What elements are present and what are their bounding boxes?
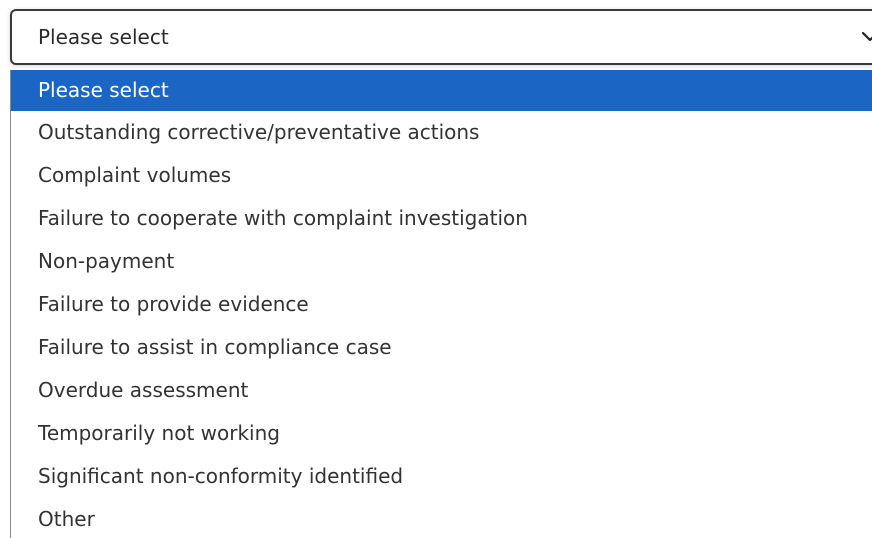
option-failure-to-assist[interactable]: Failure to assist in compliance case [11, 326, 872, 369]
chevron-down-icon[interactable] [860, 26, 872, 46]
option-other[interactable]: Other [11, 498, 872, 538]
reason-select[interactable]: Please select [10, 9, 872, 65]
option-please-select[interactable]: Please select [11, 70, 872, 111]
option-failure-to-provide-evidence[interactable]: Failure to provide evidence [11, 283, 872, 326]
select-value: Please select [38, 25, 169, 49]
option-outstanding-actions[interactable]: Outstanding corrective/preventative acti… [11, 111, 872, 154]
option-failure-to-cooperate[interactable]: Failure to cooperate with complaint inve… [11, 197, 872, 240]
option-temporarily-not-working[interactable]: Temporarily not working [11, 412, 872, 455]
option-complaint-volumes[interactable]: Complaint volumes [11, 154, 872, 197]
option-overdue-assessment[interactable]: Overdue assessment [11, 369, 872, 412]
option-non-payment[interactable]: Non-payment [11, 240, 872, 283]
option-significant-non-conformity[interactable]: Significant non-conformity identified [11, 455, 872, 498]
options-list: Please select Outstanding corrective/pre… [10, 70, 872, 538]
dropdown-screen: Please select Please select Outstanding … [0, 0, 872, 538]
